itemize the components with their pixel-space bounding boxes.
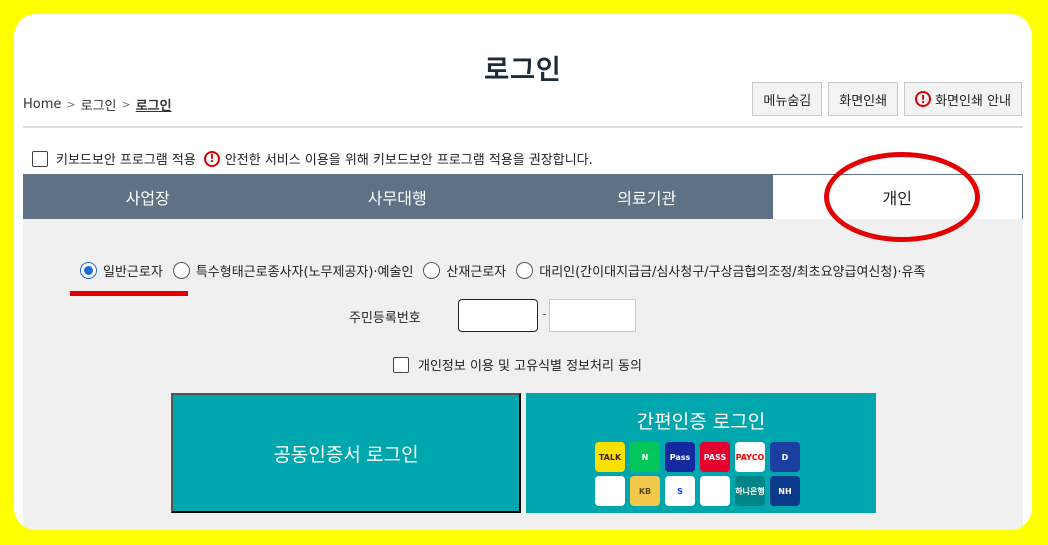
radio-special-worker[interactable]: 특수형태근로종사자(노무제공자)·예술인 [172,261,414,280]
naver-logo-icon: N [630,442,660,472]
breadcrumb-home[interactable]: Home [23,97,61,112]
ssn-label: 주민등록번호 [349,311,421,326]
radio-label: 특수형태근로종사자(노무제공자)·예술인 [195,265,414,280]
login-panel: 일반근로자 특수형태근로종사자(노무제공자)·예술인 산재근로자 대리인(간이대… [23,219,1023,530]
radio-general-worker[interactable]: 일반근로자 [80,261,163,280]
radio-injured-worker[interactable]: 산재근로자 [423,261,506,280]
print-guide-button[interactable]: ! 화면인쇄 안내 [904,82,1022,116]
ssn-separator: - [542,307,547,322]
keyboard-security-row: 키보드보안 프로그램 적용 ! 안전한 서비스 이용을 위해 키보드보안 프로그… [32,149,593,168]
page-frame: 로그인 Home > 로그인 > 로그인 메뉴숨김 화면인쇄 ! 화면인쇄 안내… [14,14,1032,530]
shinhan-logo-icon: S [665,476,695,506]
chevron-right-icon: > [121,98,131,111]
keyboard-security-notice: 안전한 서비스 이용을 위해 키보드보안 프로그램 적용을 권장합니다. [224,153,593,168]
consent-label: 개인정보 이용 및 고유식별 정보처리 동의 [418,359,642,374]
annotation-underline [70,291,188,296]
keyboard-security-label: 키보드보안 프로그램 적용 [56,153,196,168]
simple-auth-login-button[interactable]: 간편인증 로그인 TALK N Pass PASS PAYCO D KB S 하나은행 NH [526,393,876,513]
print-guide-label: 화면인쇄 안내 [935,93,1011,109]
divider [23,126,1023,128]
radio-button[interactable] [172,262,190,279]
user-type-radio-group: 일반근로자 특수형태근로종사자(노무제공자)·예술인 산재근로자 대리인(간이대… [80,261,935,280]
radio-proxy[interactable]: 대리인(간이대지급금/심사청구/구상금협의조정/최초요양급여신청)·유족 [516,261,925,280]
radio-label: 산재근로자 [446,265,507,280]
annotation-circle [824,152,980,242]
consent-row: 개인정보 이용 및 고유식별 정보처리 동의 [393,355,642,374]
consent-checkbox[interactable] [393,356,409,373]
kb-logo-icon: KB [630,476,660,506]
tab-medical[interactable]: 의료기관 [522,174,772,219]
d-shield-logo-icon: D [770,442,800,472]
radio-button-selected[interactable] [80,262,97,279]
radio-label: 대리인(간이대지급금/심사청구/구상금협의조정/최초요양급여신청)·유족 [539,265,926,280]
hana-logo-icon: 하나은행 [735,476,765,506]
keyboard-security-checkbox[interactable] [32,150,48,167]
nh-logo-icon: NH [770,476,800,506]
samsung-pass-logo-icon: Pass [665,442,695,472]
breadcrumb: Home > 로그인 > 로그인 [23,95,172,114]
payco-logo-icon: PAYCO [735,442,765,472]
kakao-talk-logo-icon: TALK [595,442,625,472]
simple-auth-label: 간편인증 로그인 [636,411,766,433]
radio-button[interactable] [516,262,534,279]
ssn-front-input[interactable] [458,299,538,332]
radio-button[interactable] [423,262,441,279]
auth-provider-logos: TALK N Pass PASS PAYCO D KB S 하나은행 NH [595,442,805,506]
alert-icon: ! [203,150,220,167]
breadcrumb-item[interactable]: 로그인 [81,95,117,114]
print-button[interactable]: 화면인쇄 [828,82,899,116]
tab-business[interactable]: 사업장 [23,174,273,219]
radio-label: 일반근로자 [103,265,163,280]
tab-agency[interactable]: 사무대행 [272,174,522,219]
breadcrumb-current[interactable]: 로그인 [136,95,172,114]
pass-logo-icon: PASS [700,442,730,472]
woori-logo-icon [700,476,730,506]
hide-menu-button[interactable]: 메뉴숨김 [752,82,823,116]
ssn-back-input[interactable] [549,299,636,332]
alert-icon: ! [915,91,932,107]
chevron-right-icon: > [66,98,76,111]
certificate-login-button[interactable]: 공동인증서 로그인 [171,393,521,513]
toss-logo-icon [595,476,625,506]
top-button-group: 메뉴숨김 화면인쇄 ! 화면인쇄 안내 [752,82,1022,116]
